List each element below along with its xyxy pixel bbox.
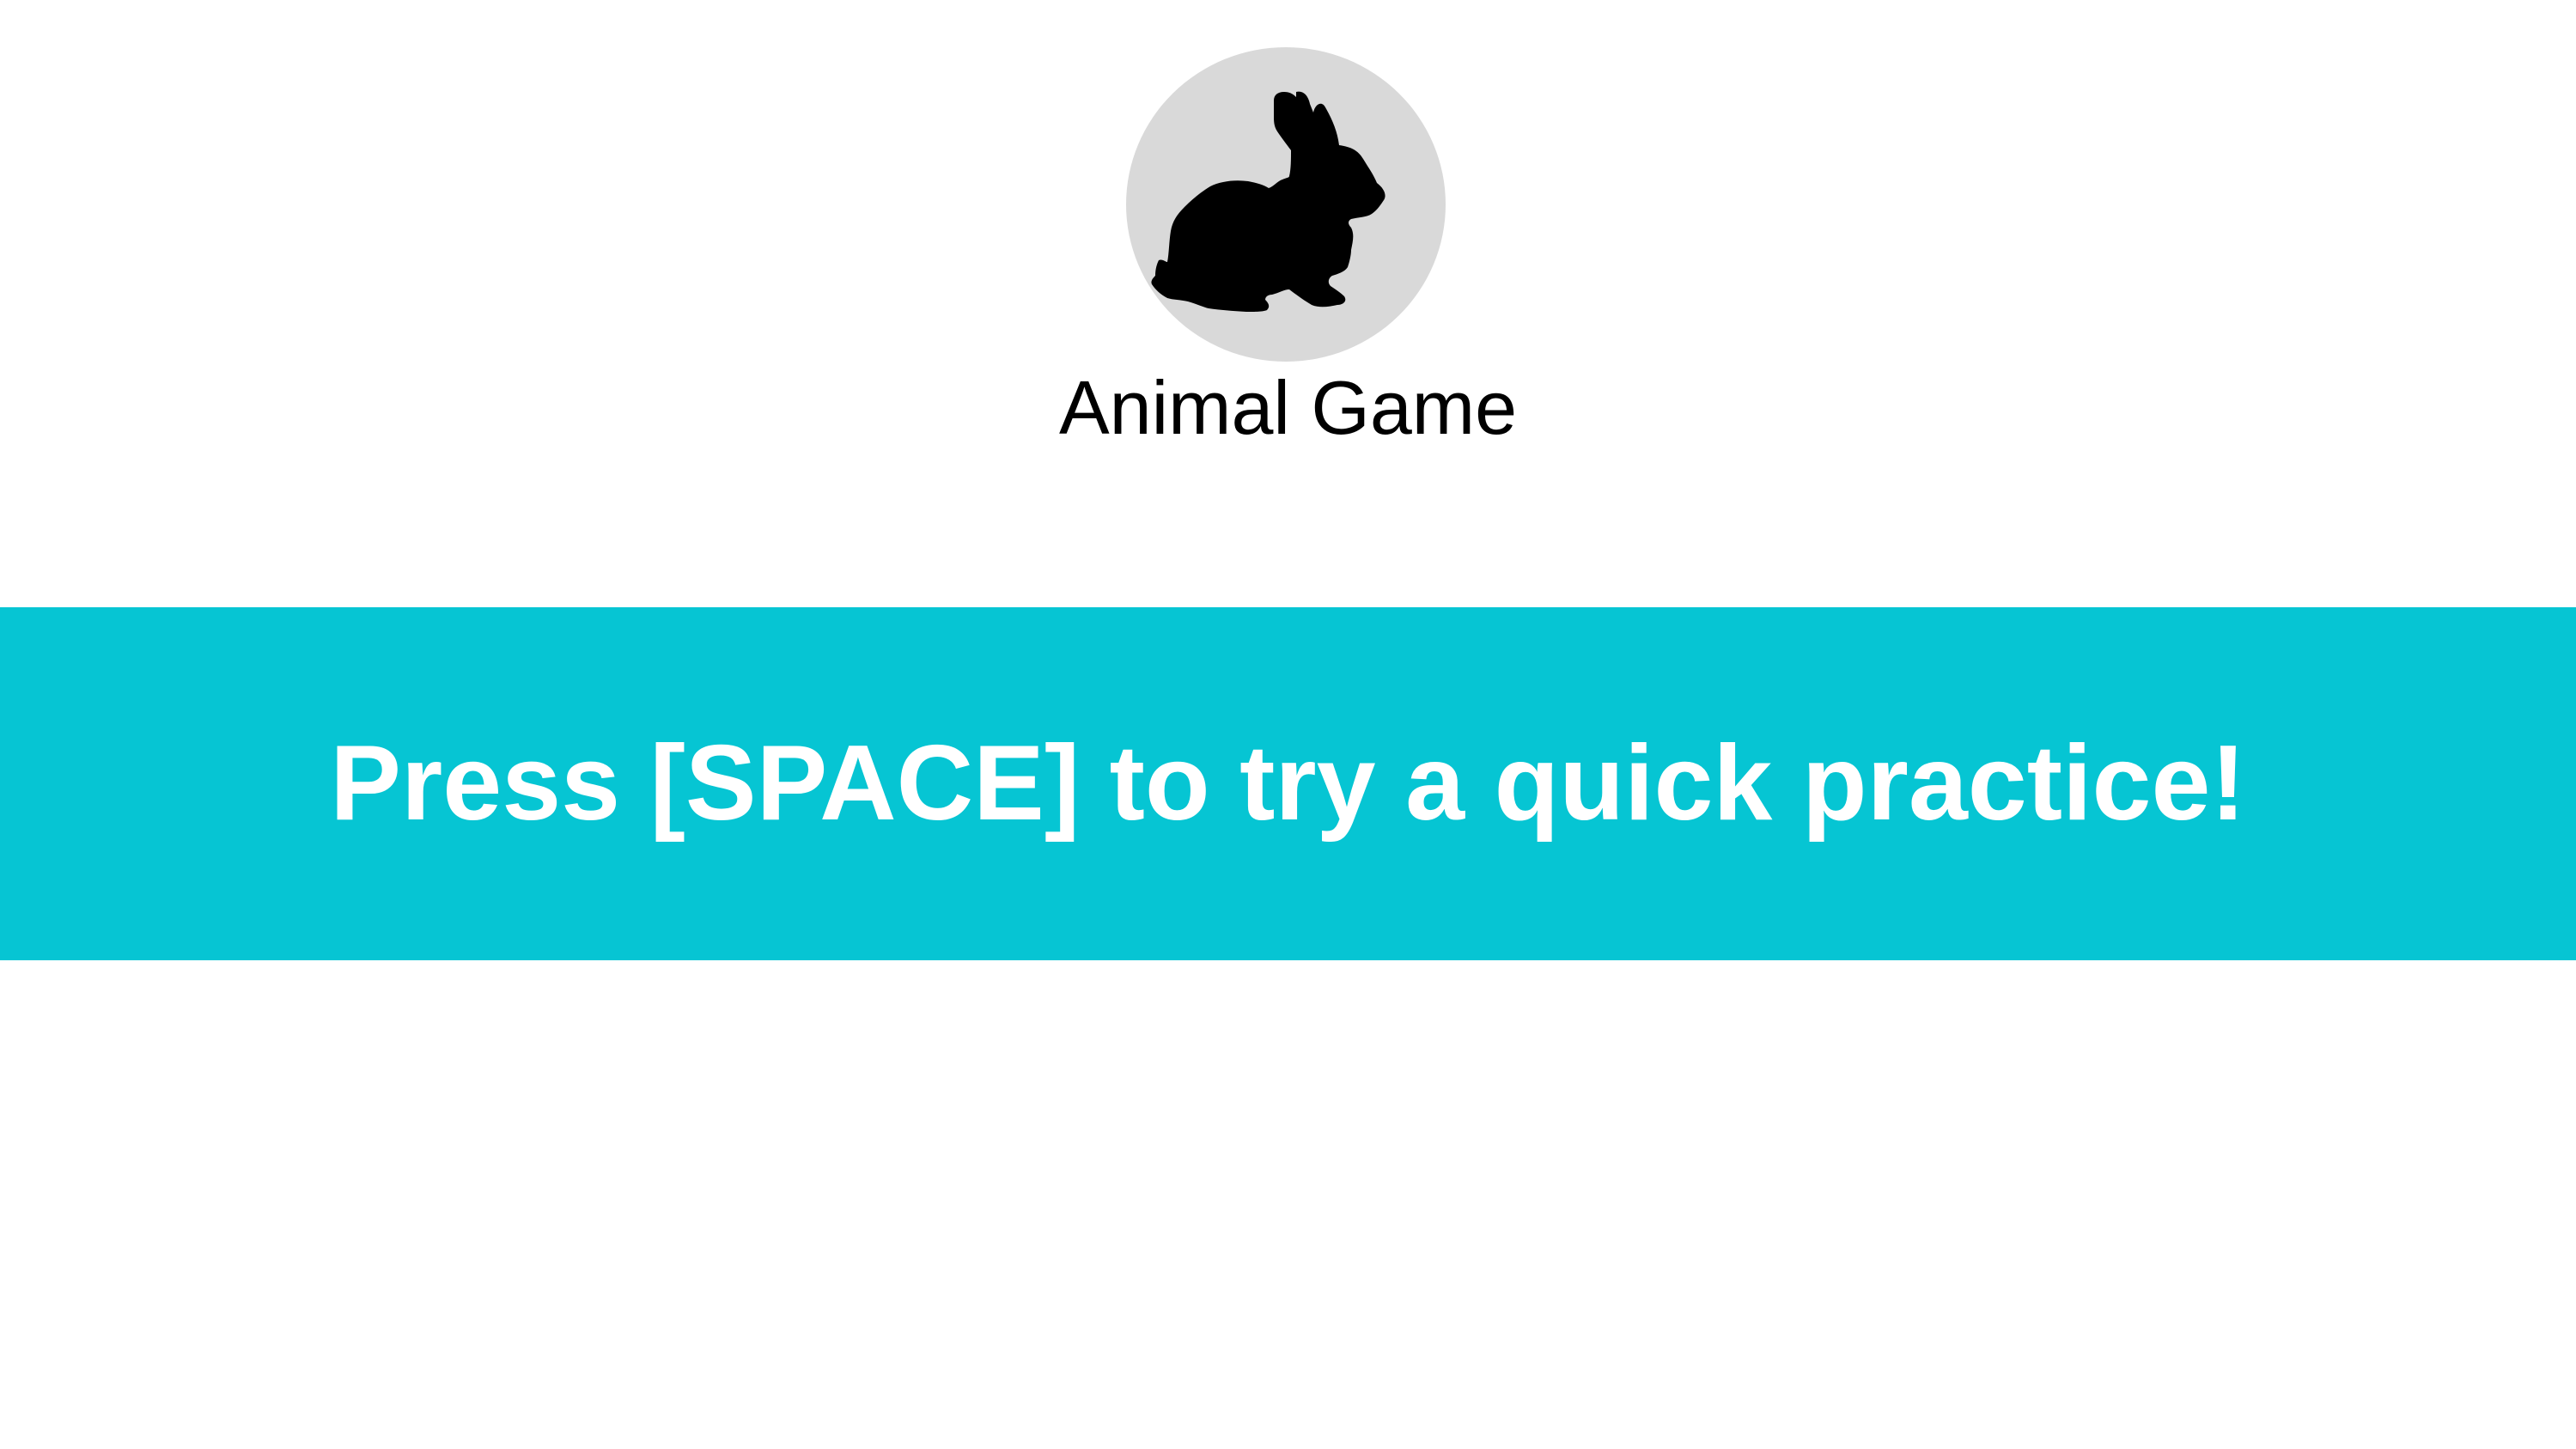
practice-prompt-text: Press [SPACE] to try a quick practice! (330, 724, 2246, 843)
rabbit-icon (1151, 91, 1385, 313)
start-screen: Animal Game Press [SPACE] to try a quick… (0, 0, 2576, 1449)
logo-badge (1126, 47, 1446, 362)
app-title: Animal Game (1058, 365, 1518, 450)
practice-prompt-banner: Press [SPACE] to try a quick practice! (0, 607, 2576, 960)
